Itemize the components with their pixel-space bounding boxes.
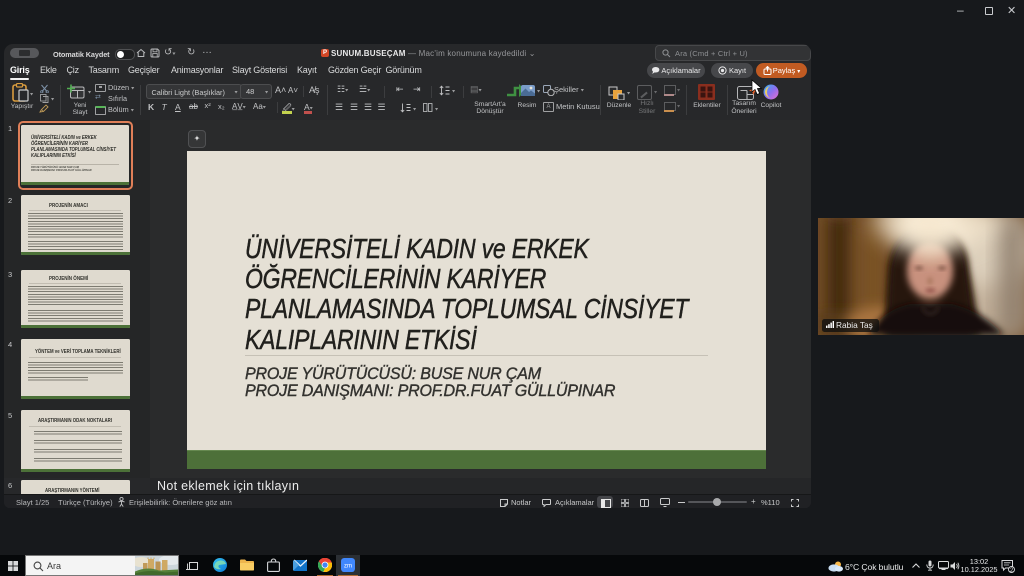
svg-text:zm: zm	[344, 564, 352, 570]
